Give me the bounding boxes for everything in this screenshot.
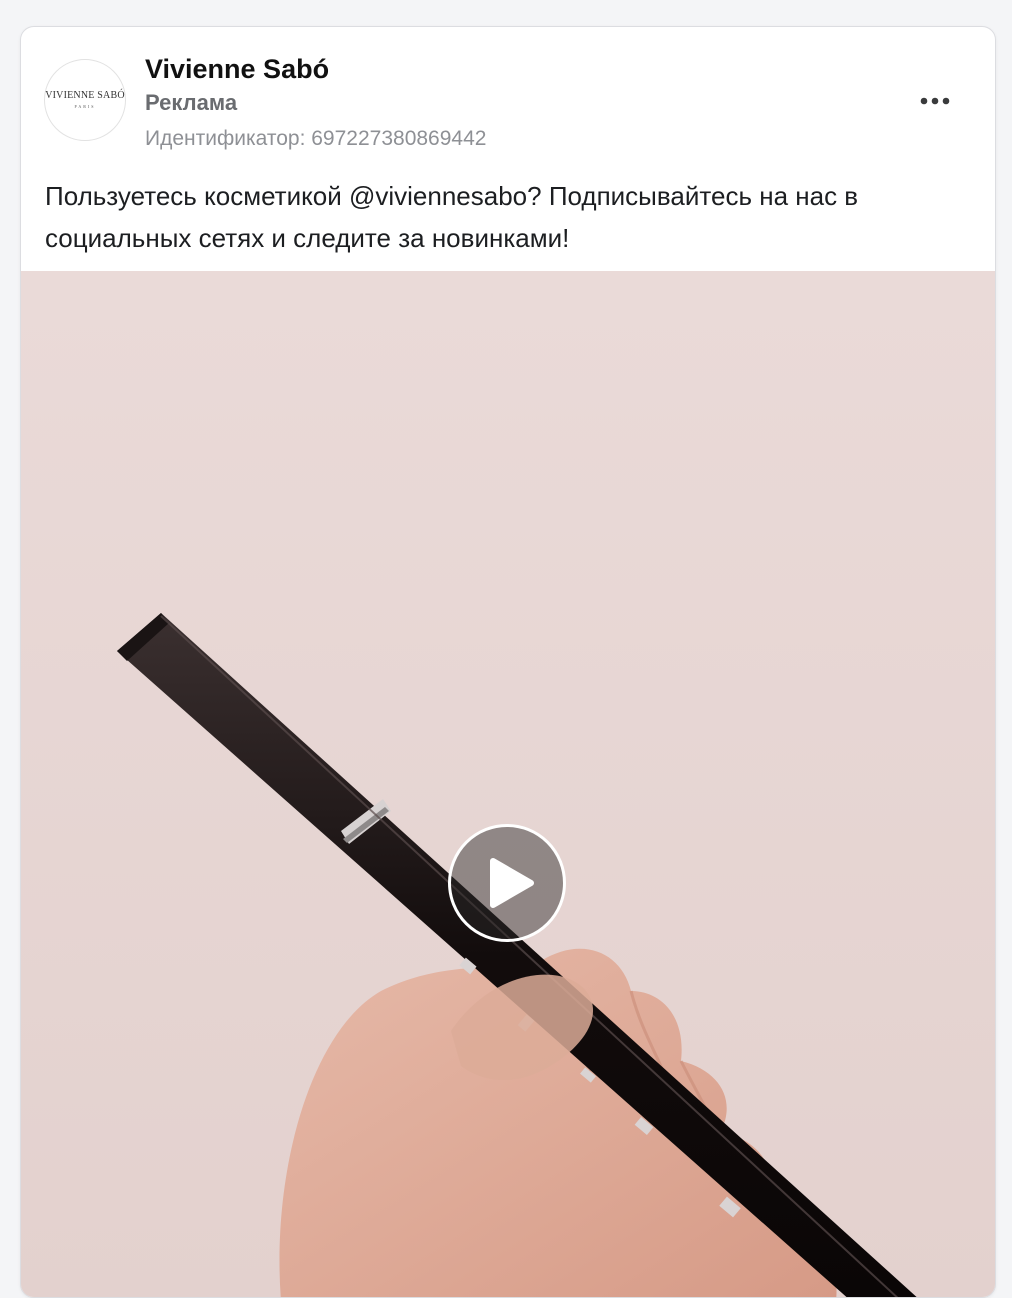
ad-card: VIVIENNE SABÓ PARIS Vivienne Sabó Реклам… <box>20 26 996 1298</box>
video-thumbnail <box>21 271 995 1297</box>
page-name-link[interactable]: Vivienne Sabó <box>145 54 329 85</box>
more-horizontal-icon <box>920 97 950 105</box>
sponsored-label: Реклама <box>145 90 238 115</box>
post-header: VIVIENNE SABÓ PARIS Vivienne Sabó Реклам… <box>21 27 995 167</box>
avatar[interactable]: VIVIENNE SABÓ PARIS <box>44 59 126 141</box>
post-text: Пользуетесь косметикой @viviennesabo? По… <box>45 181 859 253</box>
video-player[interactable] <box>21 271 995 1297</box>
more-options-button[interactable] <box>915 87 955 115</box>
avatar-logo-subtext: PARIS <box>74 104 96 109</box>
ad-id-text: Идентификатор: 697227380869442 <box>145 127 487 150</box>
play-button[interactable] <box>448 824 566 942</box>
avatar-logo-text: VIVIENNE SABÓ <box>45 90 125 101</box>
play-icon <box>490 858 534 908</box>
